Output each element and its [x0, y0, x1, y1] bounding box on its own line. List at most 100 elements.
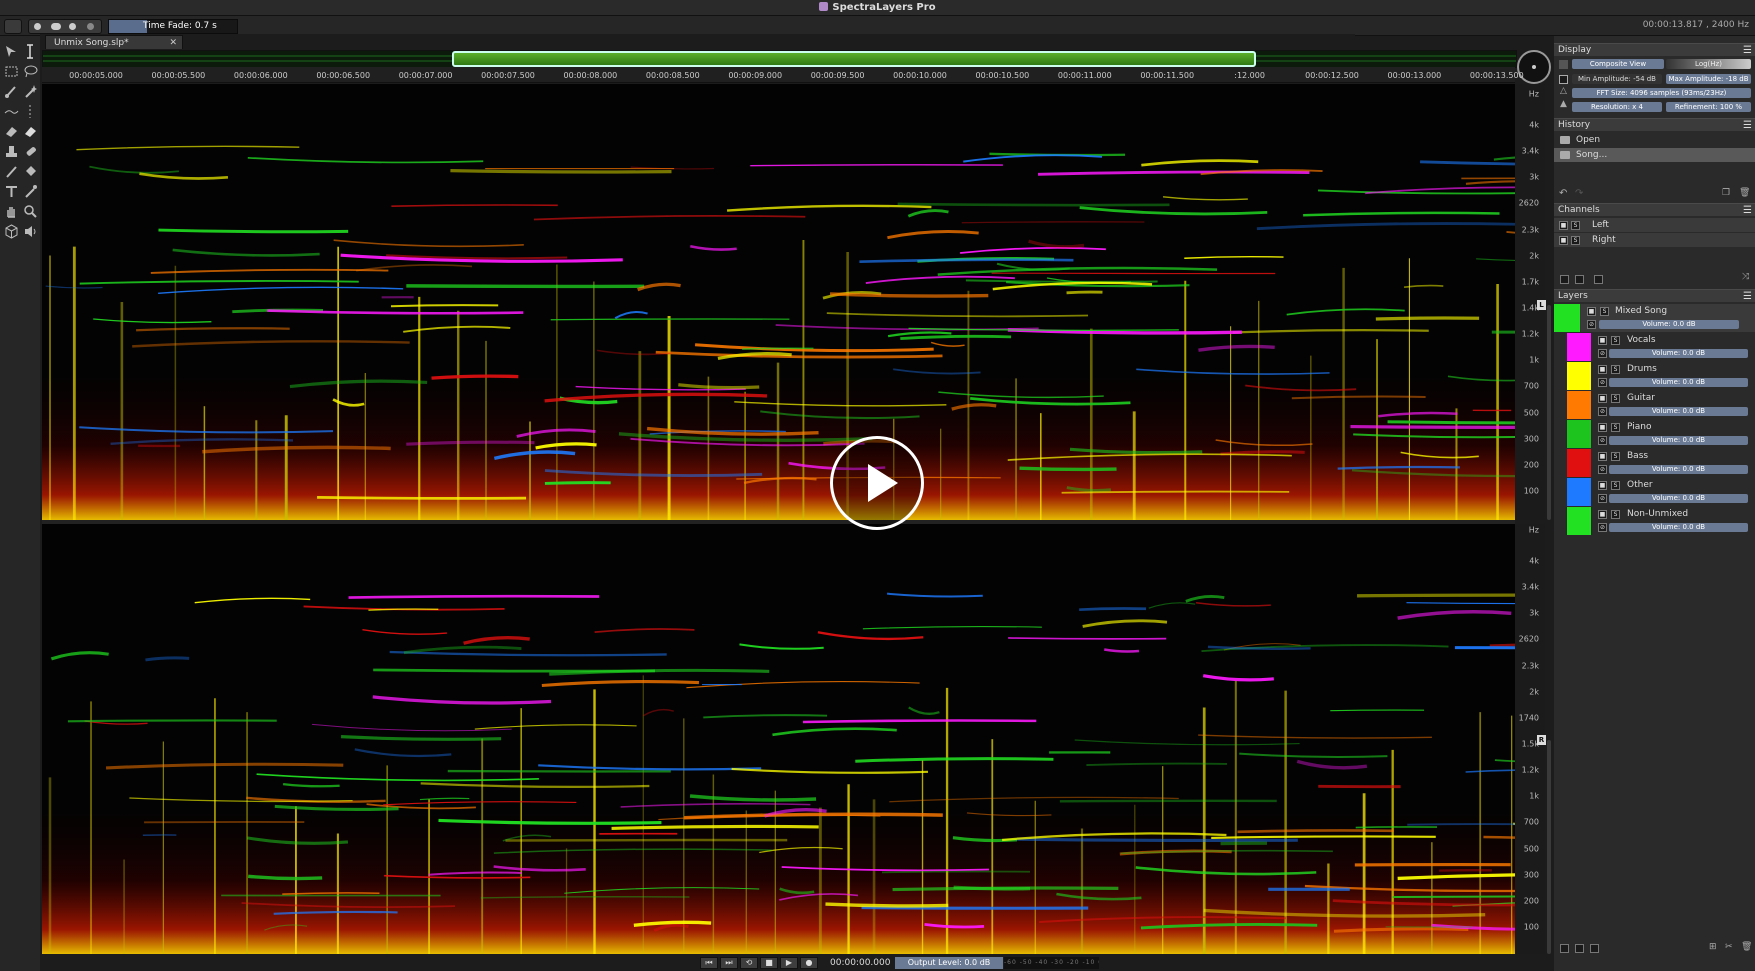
solo-icon[interactable]: S: [1571, 221, 1580, 230]
solo-icon[interactable]: S: [1611, 481, 1620, 490]
rectangle-selection-tool-icon[interactable]: [4, 64, 19, 79]
harmonic-selection-icon[interactable]: [51, 23, 61, 30]
selection-mode-dropdown[interactable]: [4, 19, 22, 34]
solo-icon[interactable]: S: [1611, 336, 1620, 345]
layer-row[interactable]: ■ S Vocals ⊘ Volume: 0.0 dB: [1554, 333, 1755, 362]
layer-volume-slider[interactable]: Volume: 0.0 dB: [1609, 378, 1748, 387]
rect-selection-icon[interactable]: [34, 23, 41, 30]
layer-volume-slider[interactable]: Volume: 0.0 dB: [1609, 407, 1748, 416]
output-level-slider[interactable]: Output Level: 0.0 dB: [895, 957, 1003, 969]
redo-icon[interactable]: ↷: [1575, 188, 1583, 199]
layer-volume-slider[interactable]: Volume: 0.0 dB: [1609, 494, 1748, 503]
layer-row[interactable]: ■ S Bass ⊘ Volume: 0.0 dB: [1554, 449, 1755, 478]
loop-icon[interactable]: ⟲: [740, 957, 758, 969]
solo-icon[interactable]: S: [1611, 394, 1620, 403]
link-icon[interactable]: ⊘: [1598, 436, 1607, 445]
link-icon[interactable]: ⊘: [1598, 378, 1607, 387]
soft-selection-icon[interactable]: [69, 23, 76, 30]
heal-tool-icon[interactable]: [23, 144, 38, 159]
solo-icon[interactable]: S: [1571, 236, 1580, 245]
spectrogram-right-channel[interactable]: [42, 524, 1515, 954]
play-icon[interactable]: ▶: [780, 957, 798, 969]
hand-tool-icon[interactable]: [4, 204, 19, 219]
layer-delete-icon[interactable]: 🗑: [1741, 942, 1752, 952]
go-to-start-icon[interactable]: ⏮: [700, 957, 718, 969]
overview-timeline[interactable]: [42, 50, 1517, 68]
history-delete-icon[interactable]: 🗑: [1739, 188, 1750, 198]
layer-row[interactable]: ■ S Drums ⊘ Volume: 0.0 dB: [1554, 362, 1755, 391]
3d-view-icon[interactable]: [4, 224, 19, 239]
feather-selection-icon[interactable]: [87, 23, 94, 30]
speaker-icon[interactable]: [23, 224, 38, 239]
layer-volume-slider[interactable]: Volume: 0.0 dB: [1609, 349, 1748, 358]
stop-icon[interactable]: ■: [760, 957, 778, 969]
mute-icon[interactable]: ■: [1559, 236, 1568, 245]
time-ruler[interactable]: 00:00:05.000 00:00:05.500 00:00:06.000 00:0…: [42, 67, 1524, 83]
move-tool-icon[interactable]: [4, 44, 19, 59]
magic-wand-tool-icon[interactable]: [23, 84, 38, 99]
solo-icon[interactable]: S: [1611, 365, 1620, 374]
close-tab-icon[interactable]: ✕: [169, 36, 177, 50]
go-to-end-icon[interactable]: ⏭: [720, 957, 738, 969]
clone-stamp-tool-icon[interactable]: [4, 144, 19, 159]
layers-menu-icon[interactable]: ☰: [1743, 290, 1752, 303]
layer-volume-slider[interactable]: Volume: 0.0 dB: [1609, 523, 1748, 532]
channels-menu-icon[interactable]: ☰: [1743, 204, 1752, 217]
solo-icon[interactable]: S: [1600, 307, 1609, 316]
video-play-icon[interactable]: [830, 436, 924, 530]
mute-icon[interactable]: ■: [1598, 365, 1607, 374]
layer-mute-all-icon[interactable]: [1575, 944, 1584, 953]
channel-row-right[interactable]: ■ S Right: [1554, 233, 1755, 247]
frequency-selection-tool-icon[interactable]: [4, 104, 19, 119]
frequency-scale-dropdown[interactable]: Log(Hz): [1666, 59, 1751, 69]
time-fade-slider[interactable]: Time Fade: 0.7 s: [108, 19, 238, 34]
link-icon[interactable]: ⊘: [1598, 407, 1607, 416]
snapshot-icon[interactable]: ❐: [1722, 188, 1730, 198]
solo-icon[interactable]: S: [1611, 510, 1620, 519]
new-layer-icon[interactable]: ⊞: [1709, 942, 1717, 952]
mute-icon[interactable]: ■: [1559, 221, 1568, 230]
unmix-icon[interactable]: ✂: [1725, 942, 1733, 952]
layer-row[interactable]: ■ S Other ⊘ Volume: 0.0 dB: [1554, 478, 1755, 507]
eyedropper-tool-icon[interactable]: [23, 184, 38, 199]
text-tool-icon[interactable]: [4, 184, 19, 199]
channel-solo-all-icon[interactable]: [1575, 275, 1584, 284]
zoom-tool-icon[interactable]: [23, 204, 38, 219]
link-icon[interactable]: ⊘: [1598, 465, 1607, 474]
spectrogram-left-channel[interactable]: [42, 84, 1515, 520]
link-icon[interactable]: ⊘: [1598, 494, 1607, 503]
record-icon[interactable]: ●: [800, 957, 818, 969]
fft-size-slider[interactable]: FFT Size: 4096 samples (93ms/23Hz): [1572, 88, 1751, 98]
history-item[interactable]: Song...: [1554, 148, 1755, 162]
channel-merge-icon[interactable]: ⤨: [1742, 272, 1749, 282]
channel-row-left[interactable]: ■ S Left: [1554, 218, 1755, 232]
layer-row[interactable]: ■ S Piano ⊘ Volume: 0.0 dB: [1554, 420, 1755, 449]
mute-icon[interactable]: ■: [1598, 452, 1607, 461]
layer-row[interactable]: ■ S Guitar ⊘ Volume: 0.0 dB: [1554, 391, 1755, 420]
mute-icon[interactable]: ■: [1598, 394, 1607, 403]
refinement-slider[interactable]: Refinement: 100 %: [1666, 102, 1751, 112]
mute-icon[interactable]: ■: [1598, 510, 1607, 519]
mute-icon[interactable]: ■: [1598, 481, 1607, 490]
channel-split-icon[interactable]: [1594, 275, 1603, 284]
layer-row[interactable]: ■ S Non-Unmixed ⊘ Volume: 0.0 dB: [1554, 507, 1755, 536]
history-item[interactable]: Open: [1554, 133, 1755, 147]
mute-icon[interactable]: ■: [1598, 423, 1607, 432]
pen-tool-icon[interactable]: [4, 164, 19, 179]
fill-tool-icon[interactable]: [23, 164, 38, 179]
display-menu-icon[interactable]: ☰: [1743, 44, 1752, 57]
lasso-tool-icon[interactable]: [23, 64, 38, 79]
layer-solo-all-icon[interactable]: [1590, 944, 1599, 953]
solo-icon[interactable]: S: [1611, 452, 1620, 461]
right-vertical-scrollbar[interactable]: [1547, 740, 1551, 954]
layer-add-icon[interactable]: [1560, 944, 1569, 953]
solo-icon[interactable]: S: [1611, 423, 1620, 432]
resolution-slider[interactable]: Resolution: x 4: [1572, 102, 1662, 112]
mute-icon[interactable]: ■: [1587, 307, 1596, 316]
document-tab[interactable]: Unmix Song.slp* ✕: [45, 35, 183, 49]
harmonic-tool-icon[interactable]: [23, 104, 38, 119]
eraser-tool-icon[interactable]: [4, 124, 19, 139]
channel-mute-all-icon[interactable]: [1560, 275, 1569, 284]
brush-selection-tool-icon[interactable]: [4, 84, 19, 99]
link-icon[interactable]: ⊘: [1587, 320, 1596, 329]
